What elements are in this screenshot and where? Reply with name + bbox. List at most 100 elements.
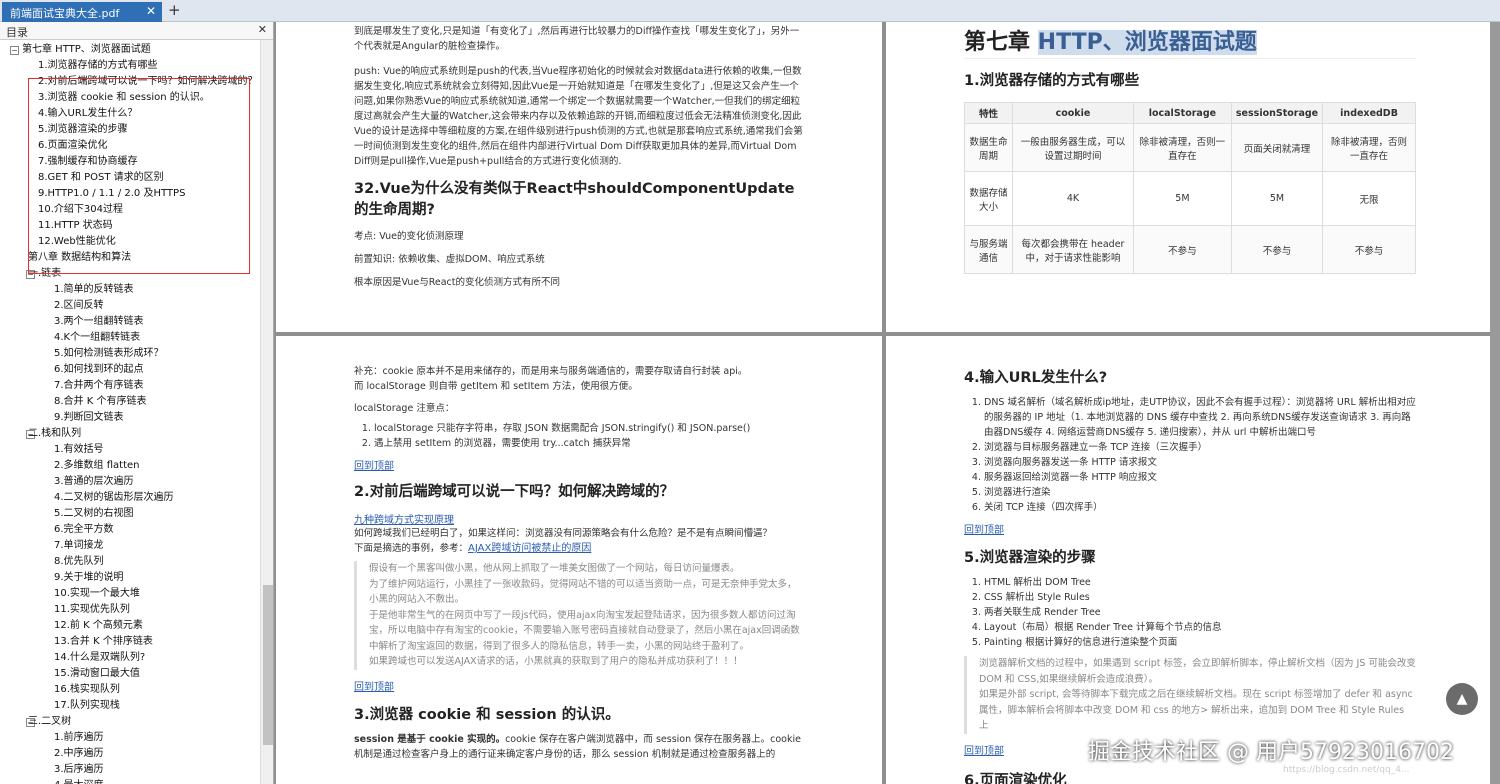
toc-item[interactable]: 17.队列实现栈 — [54, 698, 120, 714]
bold-text: session 是基于 cookie 实现的。 — [354, 733, 506, 745]
toc-item[interactable]: 5.如何检测链表形成环？ — [54, 346, 164, 362]
article-link[interactable]: 九种跨域方式实现原理 — [354, 511, 804, 526]
list-item: 关闭 TCP 连接（四次挥手） — [984, 500, 1416, 515]
chapter-prefix: 第七章 — [964, 30, 1038, 55]
reference-link[interactable]: AJAX跨域访问被禁止的原因 — [468, 543, 591, 554]
toc-item[interactable]: 1.有效括号 — [54, 442, 104, 458]
back-to-top-link[interactable]: 回到顶部 — [354, 457, 804, 472]
back-to-top-link[interactable]: 回到顶部 — [964, 521, 1416, 536]
storage-table: 特性 cookie localStorage sessionStorage indexe… — [964, 102, 1416, 274]
toc-item[interactable]: 2.中序遍历 — [54, 746, 104, 762]
toc-toggle-icon[interactable]: − — [10, 46, 19, 55]
table-header-cell: localStorage — [1132, 102, 1232, 124]
toc-item[interactable]: 9.判断回文链表 — [54, 410, 124, 426]
toc-item[interactable]: 11.实现优先队列 — [54, 602, 130, 618]
toc-item[interactable]: 2.多维数组 flatten — [54, 458, 139, 474]
toc-item[interactable]: 12.前 K 个高频元素 — [54, 618, 143, 634]
section-heading: 5.浏览器渲染的步骤 — [964, 550, 1096, 566]
note-list: localStorage 只能存字符串，存取 JSON 数据需配合 JSON.s… — [354, 421, 804, 451]
toc-item[interactable]: 15.滑动窗口最大值 — [54, 666, 140, 682]
paragraph: 补充：cookie 原本并不是用来储存的，而是用来与服务端通信的，需要存取请自行… — [354, 366, 748, 377]
toc-item[interactable]: 1.前序遍历 — [54, 730, 104, 746]
table-cell: 每次都会携带在 header 中，对于请求性能影响 — [1012, 225, 1134, 274]
blockquote: 假设有一个黑客叫做小黑，他从网上抓取了一堆美女图做了一个网站，每日访问量爆表。 … — [354, 561, 804, 670]
table-header-cell: cookie — [1012, 102, 1134, 124]
table-cell: 数据存储大小 — [964, 171, 1013, 226]
close-toc-icon[interactable]: ✕ — [258, 23, 267, 36]
table-header-cell: indexedDB — [1322, 102, 1416, 124]
table-cell: 一般由服务器生成，可以设置过期时间 — [1012, 123, 1134, 172]
toc-item[interactable]: 8.优先队列 — [54, 554, 104, 570]
toc-item[interactable]: 16.栈实现队列 — [54, 682, 120, 698]
chapter-title: 第七章 HTTP、浏览器面试题 — [964, 24, 1416, 59]
paragraph: 而 localStorage 则自带 getItem 和 setItem 方法，… — [354, 381, 638, 392]
toc-item[interactable]: 1.浏览器存储的方式有哪些 — [38, 58, 158, 74]
paragraph: push: Vue的响应式系统则是push的代表,当Vue程序初始化的时候就会对… — [354, 66, 803, 167]
list-item: Layout（布局）根据 Render Tree 计算每个节点的信息 — [984, 620, 1416, 635]
list-item: Painting 根据计算好的信息进行渲染整个页面 — [984, 635, 1416, 650]
toc-item[interactable]: 二.栈和队列 — [28, 426, 81, 442]
tab-title: 前端面试宝典大全.pdf — [10, 7, 120, 20]
toc-item[interactable]: 4.K个一组翻转链表 — [54, 330, 140, 346]
list-item: 两者关联生成 Render Tree — [984, 605, 1416, 620]
toc-item[interactable]: 7.单词接龙 — [54, 538, 104, 554]
blockquote: 浏览器解析文档的过程中，如果遇到 script 标签，会立即解析脚本，停止解析文… — [964, 656, 1416, 734]
toc-item[interactable]: 14.什么是双端队列? — [54, 650, 145, 666]
scroll-to-top-icon[interactable]: ▲ — [1446, 683, 1478, 715]
toc-item[interactable]: 5.二叉树的右视图 — [54, 506, 134, 522]
toc-item[interactable]: 9.关于堆的说明 — [54, 570, 124, 586]
toc-item[interactable]: 4.最大深度 — [54, 778, 104, 784]
table-cell: 5M — [1132, 171, 1232, 226]
toc-item[interactable]: 6.如何找到环的起点 — [54, 362, 144, 378]
document-scrollbar[interactable] — [1490, 22, 1500, 784]
watermark: 掘金技术社区 @ 用户57923016702 — [1088, 740, 1454, 765]
list-item: 浏览器向服务器发送一条 HTTP 请求报文 — [984, 455, 1416, 470]
tab-bar: 前端面试宝典大全.pdf ✕ + — [0, 0, 1500, 22]
toc-item[interactable]: 10.实现一个最大堆 — [54, 586, 140, 602]
section-heading: 3.浏览器 cookie 和 session 的认识。 — [354, 706, 620, 723]
toc-header: 目录 ✕ — [0, 22, 273, 40]
paragraph: 下面是摘选的事例，参考：AJAX跨域访问被禁止的原因 — [354, 541, 804, 556]
table-cell: 5M — [1230, 171, 1324, 226]
toc-item[interactable]: 6.完全平方数 — [54, 522, 114, 538]
toc-title: 目录 — [6, 26, 28, 39]
render-steps-list: HTML 解析出 DOM TreeCSS 解析出 Style Rules两者关联… — [964, 575, 1416, 650]
table-cell: 除非被清理，否则一直存在 — [1132, 123, 1232, 172]
section-heading: 1.浏览器存储的方式有哪些 — [964, 73, 1140, 89]
table-cell: 不参与 — [1322, 225, 1416, 274]
toc-item[interactable]: 2.区间反转 — [54, 298, 104, 314]
list-item: 遇上禁用 setItem 的浏览器，需要使用 try...catch 捕获异常 — [374, 436, 804, 451]
toc-item[interactable]: 三.二叉树 — [28, 714, 71, 730]
paragraph-text: 下面是摘选的事例，参考： — [354, 543, 469, 554]
list-item: 服务器返回给浏览器一条 HTTP 响应报文 — [984, 470, 1416, 485]
document-tab[interactable]: 前端面试宝典大全.pdf ✕ — [2, 2, 162, 22]
page-bottom-right: 4.输入URL发生什么? DNS 域名解析（域名解析成ip地址，走UTP协议，因… — [886, 336, 1490, 784]
toc-scroll-thumb[interactable] — [263, 585, 273, 745]
close-tab-icon[interactable]: ✕ — [146, 4, 156, 18]
section-heading: 32.Vue为什么没有类似于React中shouldComponentUpdat… — [354, 181, 795, 218]
paragraph: localStorage 注意点： — [354, 403, 455, 414]
list-item: 浏览器进行渲染 — [984, 485, 1416, 500]
table-header-cell: 特性 — [964, 102, 1013, 124]
quote-line: 如果是外部 script, 会等待脚本下载完成之后在继续解析文档。现在 scri… — [979, 689, 1413, 731]
toc-item[interactable]: 3.普通的层次遍历 — [54, 474, 134, 490]
paragraph: 到底是哪发生了变化,只是知道「有变化了」,然后再进行比较暴力的Diff操作查找「… — [354, 26, 800, 52]
table-cell: 不参与 — [1230, 225, 1324, 274]
toc-item[interactable]: 3.两个一组翻转链表 — [54, 314, 144, 330]
toc-item[interactable]: 第七章 HTTP、浏览器面试题 — [22, 42, 151, 58]
back-to-top-link[interactable]: 回到顶部 — [354, 678, 804, 693]
toc-item[interactable]: 4.二叉树的锯齿形层次遍历 — [54, 490, 174, 506]
list-item: localStorage 只能存字符串，存取 JSON 数据需配合 JSON.s… — [374, 421, 804, 436]
quote-line: 如果跨域也可以发送AJAX请求的话，小黑就真的获取到了用户的隐私并成功获利了！！… — [369, 656, 743, 667]
toc-item[interactable]: 13.合并 K 个排序链表 — [54, 634, 153, 650]
toc-item[interactable]: 1.简单的反转链表 — [54, 282, 134, 298]
toc-item[interactable]: 3.后序遍历 — [54, 762, 104, 778]
table-cell: 数据生命周期 — [964, 123, 1013, 172]
quote-line: 于是他非常生气的在网页中写了一段js代码，使用ajax向淘宝发起登陆请求，因为很… — [369, 609, 800, 652]
quote-line: 浏览器解析文档的过程中，如果遇到 script 标签，会立即解析脚本，停止解析文… — [979, 658, 1416, 685]
page-top-left: 到底是哪发生了变化,只是知道「有变化了」,然后再进行比较暴力的Diff操作查找「… — [276, 22, 882, 332]
toc-item[interactable]: 8.合并 K 个有序链表 — [54, 394, 146, 410]
toc-item[interactable]: 7.合并两个有序链表 — [54, 378, 144, 394]
toc-scrollbar[interactable] — [260, 40, 273, 784]
new-tab-button[interactable]: + — [168, 1, 181, 19]
